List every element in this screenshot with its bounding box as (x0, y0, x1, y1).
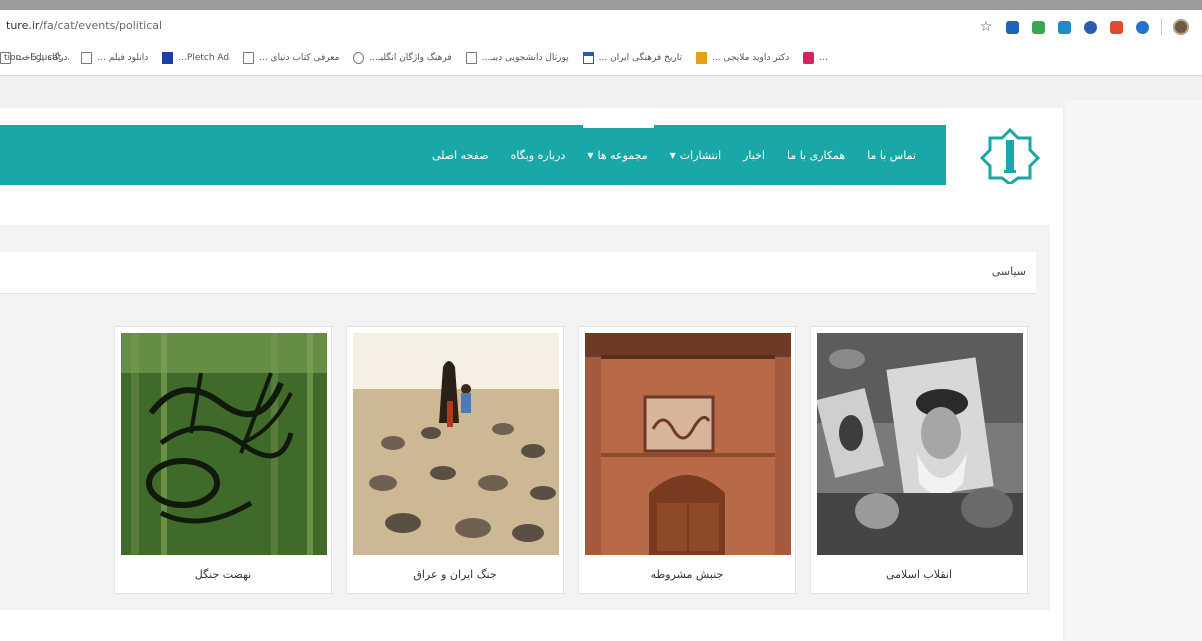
right-margin-panel (1065, 100, 1202, 641)
bookmark-item[interactable]: ... (803, 52, 828, 64)
nav-item-label: انتشارات (679, 148, 722, 162)
card-caption: جنگ ایران و عراق (413, 568, 497, 581)
bookmark-item[interactable]: دکتر داوید ملایجی ... (696, 52, 789, 64)
card-iran-iraq-war[interactable]: جنگ ایران و عراق (346, 326, 564, 594)
browser-frame (0, 0, 1202, 10)
iran-iraq-war-photo (353, 333, 559, 555)
bookmarks-list: درگاه پرداخت دانلود فیلم ... Pletch Ad... م… (0, 52, 1112, 64)
extension-icon-5[interactable] (1103, 16, 1129, 38)
extension-icon-3[interactable] (1051, 16, 1077, 38)
bookmark-label: معرفی کتاب دنیای ... (259, 53, 340, 63)
bookmark-page-icon (81, 52, 93, 64)
nav-item-label: اخبار (743, 148, 765, 162)
bookmark-item[interactable]: دانلود فیلم ... (81, 52, 148, 64)
bookmark-label: دکتر داوید ملایجی ... (712, 53, 790, 63)
nav-item-label: درباره وبگاه (510, 148, 566, 162)
bookmark-item[interactable]: تاریخ فرهنگی ایران ... (582, 52, 682, 64)
breadcrumb: سیاسی (0, 252, 1036, 294)
url-host: ture.ir (6, 19, 40, 32)
bookmark-page-icon (243, 52, 255, 64)
bookmark-globe-icon (353, 52, 365, 64)
nav-item-1[interactable]: درباره وبگاه (511, 149, 566, 162)
star-icon[interactable]: ☆ (973, 16, 999, 38)
nav-item-label: مجموعه ها (597, 148, 648, 162)
bookmark-item[interactable]: پورتال دانشجویی دیبـ... (465, 52, 569, 64)
caret-down-icon: ▼ (587, 150, 594, 160)
caret-down-icon: ▼ (669, 150, 676, 160)
card-caption: جنبش مشروطه (650, 568, 724, 581)
card-revolution[interactable]: انقلاب اسلامی (810, 326, 1028, 594)
url-text[interactable]: ture.ir/fa/cat/events/political (6, 19, 162, 32)
bookmark-label: Pletch Ad... (178, 53, 230, 63)
page-footer-area (0, 617, 1060, 641)
breadcrumb-label[interactable]: سیاسی (992, 265, 1026, 278)
toolbar-divider (1161, 19, 1162, 35)
bookmark-blue-icon (162, 52, 174, 64)
address-bar[interactable]: ture.ir/fa/cat/events/political ☆ (0, 10, 1202, 44)
constitution-door-photo (585, 333, 791, 555)
bookmark-overflow-item[interactable]: tion - Educat... (4, 53, 70, 63)
nav-item-5[interactable]: همکاری با ما (787, 149, 845, 162)
bookmark-item[interactable]: فرهنگ واژگان انگلیـ... (353, 52, 452, 64)
bookmark-pink-icon (803, 52, 815, 64)
nav-item-4[interactable]: اخبار (743, 149, 765, 162)
bookmark-item[interactable]: Pletch Ad... (162, 52, 229, 64)
extension-icon-4[interactable] (1077, 16, 1103, 38)
nav-item-label: همکاری با ما (786, 148, 846, 162)
card-jungle-movement[interactable]: نهضت جنگل (114, 326, 332, 594)
card-caption: انقلاب اسلامی (886, 568, 952, 581)
main-navbar: صفحه اصلی درباره وبگاه مجموعه ها ▼ انتشارات ▼… (0, 124, 946, 185)
extension-toolbar: ☆ (973, 16, 1194, 38)
nav-item-0[interactable]: صفحه اصلی (432, 149, 489, 162)
bookmark-label: فرهنگ واژگان انگلیـ... (369, 53, 452, 63)
category-cards: انقلاب اسلامی جنبش مشروطه جنگ ایران و عر… (0, 326, 1050, 596)
nav-item-label: تماس با ما (867, 148, 916, 162)
nav-item-6[interactable]: تماس با ما (867, 149, 916, 162)
bookmark-label: ... (819, 53, 828, 63)
bookmark-label: دانلود فیلم ... (97, 53, 149, 63)
card-caption: نهضت جنگل (194, 568, 252, 581)
logo-icon (979, 127, 1041, 184)
nav-item-3[interactable]: انتشارات ▼ (670, 149, 721, 162)
jungle-movement-calligraphy (121, 333, 327, 555)
url-path: /fa/cat/events/political (39, 19, 163, 32)
site-logo[interactable] (970, 125, 1050, 185)
bookmark-page-icon (465, 52, 477, 64)
nav-item-label: صفحه اصلی (431, 148, 489, 162)
extension-icon-6[interactable] (1129, 16, 1155, 38)
card-constitution[interactable]: جنبش مشروطه (578, 326, 796, 594)
extension-icon-2[interactable] (1025, 16, 1051, 38)
bookmark-label: تاریخ فرهنگی ایران ... (598, 53, 682, 63)
bookmark-item[interactable]: معرفی کتاب دنیای ... (243, 52, 339, 64)
bookmark-orange-icon (696, 52, 707, 64)
nav-menu: صفحه اصلی درباره وبگاه مجموعه ها ▼ انتشارات ▼… (432, 124, 916, 185)
revolution-photo (817, 333, 1023, 555)
nav-item-2[interactable]: مجموعه ها ▼ (583, 124, 654, 162)
bookmark-label: پورتال دانشجویی دیبـ... (481, 53, 569, 63)
bookmark-house-icon (582, 52, 594, 64)
bookmarks-bar: درگاه پرداخت دانلود فیلم ... Pletch Ad... م… (0, 44, 1202, 76)
profile-avatar-icon[interactable] (1168, 16, 1194, 38)
extension-icon-1[interactable] (999, 16, 1025, 38)
